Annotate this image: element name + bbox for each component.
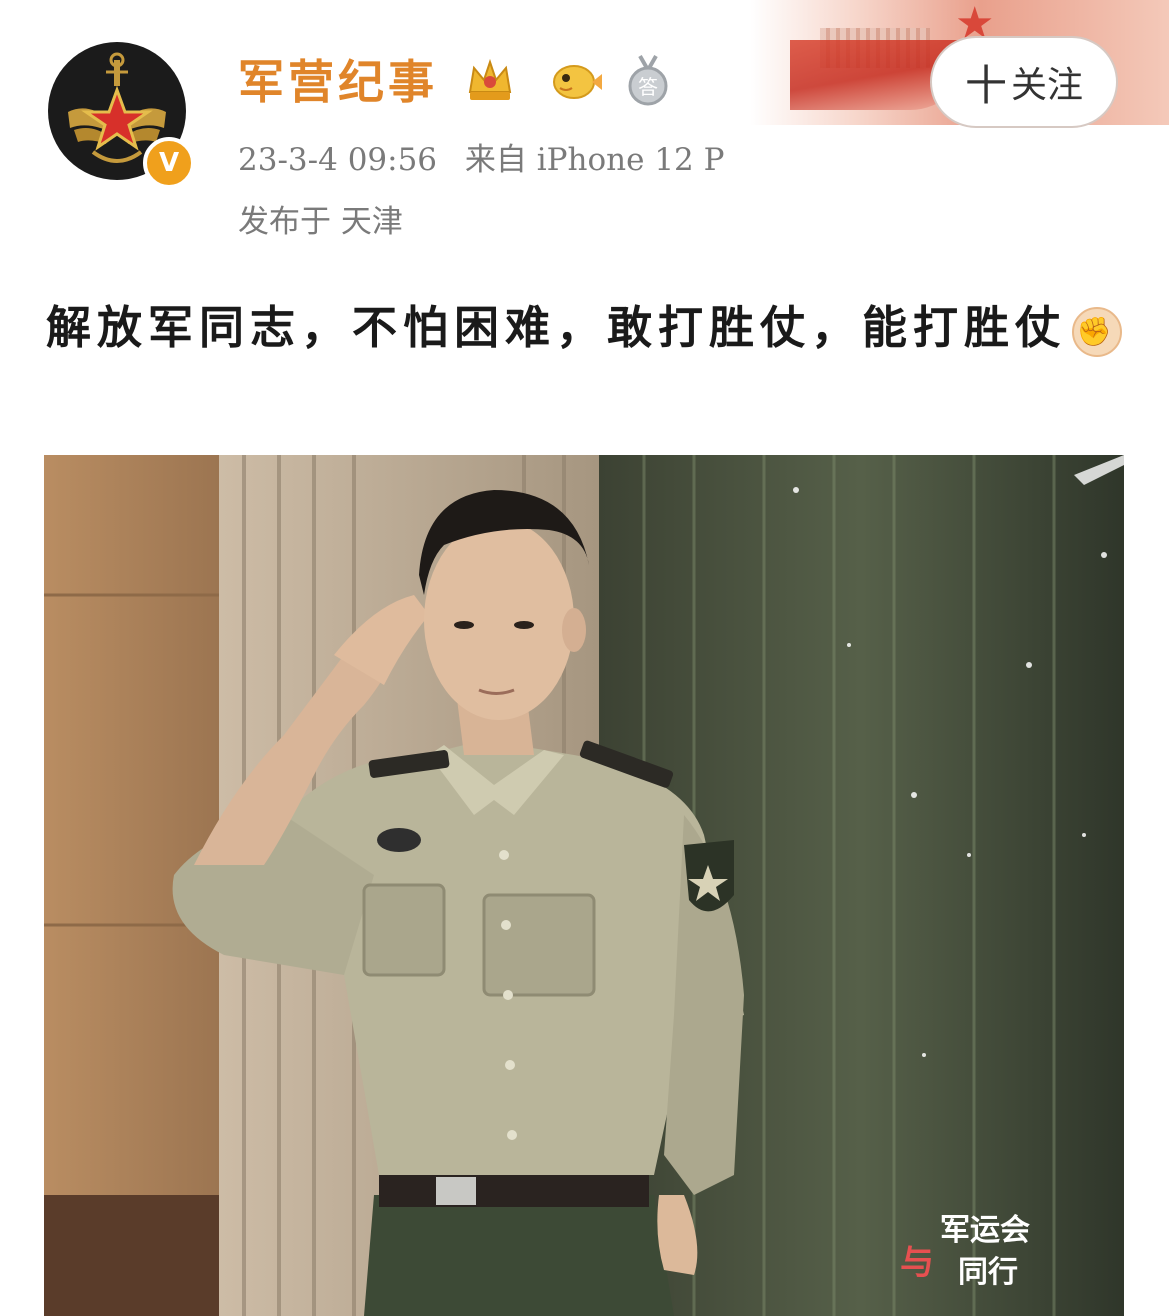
post-meta-time-source: 23-3-4 09:56 来自 iPhone 12 P — [238, 140, 725, 180]
follow-button-label: 关注 — [1011, 65, 1084, 106]
image-watermark: 军运会 与 同行 — [900, 1205, 1120, 1295]
fist-emoji-icon: ✊ — [1072, 306, 1123, 357]
post-location: 发布于 天津 — [238, 204, 403, 240]
post-image[interactable] — [44, 455, 1124, 1316]
answer-medal-label: 答 — [638, 75, 658, 99]
watermark-line1: 军运会 — [940, 1213, 1030, 1248]
follow-button[interactable]: 十 关注 — [930, 36, 1118, 128]
post-header: ★ V 军营纪事 答 23-3-4 09:56 来自 iPhone 12 P 发… — [0, 0, 1169, 270]
post-body: 解放军同志，不怕困难，敢打胜仗，能打胜仗 ✊ — [46, 288, 1126, 368]
post-text: 解放军同志，不怕困难，敢打胜仗，能打胜仗 — [46, 301, 1067, 354]
crown-badge-icon — [468, 58, 512, 100]
watermark-line2: 与 — [900, 1243, 934, 1283]
pufferfish-badge-icon — [553, 65, 602, 99]
verified-badge-icon: V — [143, 137, 195, 189]
post-timestamp: 23-3-4 09:56 — [238, 142, 438, 178]
plus-icon: 十 — [964, 60, 1007, 110]
account-name[interactable]: 军营纪事 — [238, 52, 438, 112]
watermark-line3: 同行 — [958, 1255, 1018, 1290]
soldier-salute-photo — [44, 455, 1124, 1316]
post-source: 来自 iPhone 12 P — [464, 142, 725, 178]
answer-medal-icon: 答 — [628, 55, 668, 106]
